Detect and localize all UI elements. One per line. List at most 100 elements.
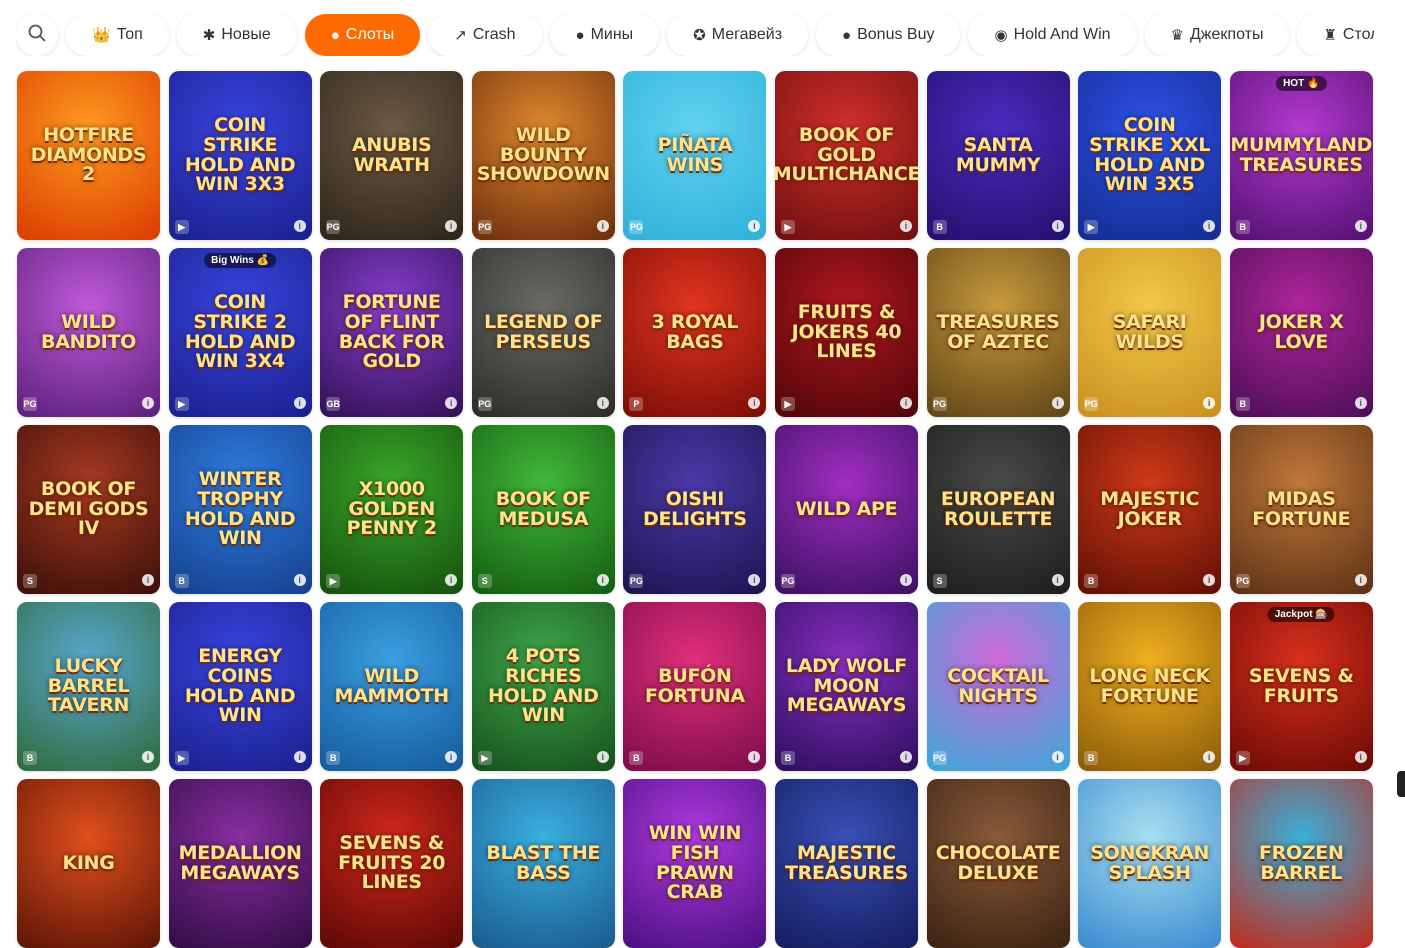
game-tile[interactable]: 4 Pots Riches Hold and Win ▶ i xyxy=(471,602,615,771)
game-tile[interactable]: Coin Strike Hold and Win 3x3 ▶ i xyxy=(168,71,312,240)
game-tile[interactable]: Book of Gold Multichance ▶ i xyxy=(774,71,918,240)
game-tile[interactable]: Medallion Megaways xyxy=(168,779,312,948)
game-tile[interactable]: European Roulette Si xyxy=(926,425,1070,594)
info-icon[interactable]: i xyxy=(748,751,761,763)
game-title: Sevens & Fruits xyxy=(1248,664,1354,707)
side-panel-handle[interactable] xyxy=(1397,771,1405,797)
info-icon[interactable]: i xyxy=(596,574,609,586)
tab-label: Hold And Win xyxy=(1013,26,1111,43)
info-icon[interactable]: i xyxy=(899,397,912,409)
info-icon[interactable]: i xyxy=(1051,397,1064,409)
info-icon[interactable]: i xyxy=(748,574,761,586)
provider-logo-icon: B xyxy=(932,220,947,234)
tab-5[interactable]: ● Мины xyxy=(549,14,660,56)
game-tile[interactable]: Majestic Treasures xyxy=(774,779,918,948)
info-icon[interactable]: i xyxy=(899,751,912,763)
provider-logo-icon: B xyxy=(1235,220,1250,234)
info-icon[interactable]: i xyxy=(899,574,912,586)
info-icon[interactable]: i xyxy=(1051,751,1064,763)
game-tile[interactable]: Wild Bounty Showdown PG i xyxy=(471,71,615,240)
game-tile[interactable]: Winter Trophy Hold and Win Bi xyxy=(168,425,312,594)
game-tile[interactable]: Songkran Splash xyxy=(1078,779,1222,948)
info-icon[interactable]: i xyxy=(293,397,306,409)
info-icon[interactable]: i xyxy=(1203,220,1216,232)
info-icon[interactable]: i xyxy=(1354,751,1367,763)
game-tile[interactable]: Hotfire Diamonds 2 xyxy=(17,71,160,240)
game-tile[interactable]: Energy Coins Hold and Win ▶ i xyxy=(168,602,312,771)
info-icon[interactable]: i xyxy=(293,220,306,232)
info-icon[interactable]: i xyxy=(899,220,912,232)
game-tile[interactable]: Safari Wilds PG i xyxy=(1078,248,1222,417)
game-tile[interactable]: Santa Mummy Bi xyxy=(926,71,1070,240)
game-tile[interactable]: Sevens & Fruits 20 Lines xyxy=(320,779,464,948)
info-icon[interactable]: i xyxy=(1051,220,1064,232)
tab-8[interactable]: ◉ Hold And Win xyxy=(968,14,1137,56)
game-tile[interactable]: Long Neck Fortune Bi xyxy=(1078,602,1222,771)
game-tile[interactable]: Joker X Love Bi xyxy=(1229,248,1373,417)
info-icon[interactable]: i xyxy=(445,220,458,232)
game-tile[interactable]: Lady Wolf Moon Megaways Bi xyxy=(774,602,918,771)
provider-logo-icon: GB xyxy=(326,397,341,411)
game-tile[interactable]: Chocolate Deluxe xyxy=(926,779,1070,948)
game-title: Fruits & Jokers 40 Lines xyxy=(791,300,902,363)
info-icon[interactable]: i xyxy=(445,751,458,763)
info-icon[interactable]: i xyxy=(445,574,458,586)
game-tile[interactable]: Coin Strike XXL Hold and Win 3x5 ▶ i xyxy=(1078,71,1222,240)
game-tile[interactable]: Treasures of Aztec PG i xyxy=(926,248,1070,417)
info-icon[interactable]: i xyxy=(596,220,609,232)
tab-4[interactable]: ↗ Crash xyxy=(428,14,542,56)
game-tile[interactable]: Bufón Fortuna Bi xyxy=(623,602,767,771)
game-tile[interactable]: Cocktail Nights PG i xyxy=(926,602,1070,771)
info-icon[interactable]: i xyxy=(1203,397,1216,409)
tab-label: Новые xyxy=(221,26,271,43)
info-icon[interactable]: i xyxy=(293,574,306,586)
info-icon[interactable]: i xyxy=(596,751,609,763)
info-icon[interactable]: i xyxy=(596,397,609,409)
info-icon[interactable]: i xyxy=(748,220,761,232)
info-icon[interactable]: i xyxy=(142,751,154,763)
info-icon[interactable]: i xyxy=(748,397,761,409)
game-tile[interactable]: Wild Bandito PG i xyxy=(17,248,160,417)
tab-3[interactable]: ● Слоты xyxy=(304,14,421,56)
game-tile[interactable]: Wild Mammoth Bi xyxy=(320,602,464,771)
info-icon[interactable]: i xyxy=(1354,574,1367,586)
game-tile[interactable]: Fortune of Flint Back for Gold GB i xyxy=(320,248,464,417)
game-tile[interactable]: Win Win Fish Prawn Crab xyxy=(623,779,767,948)
game-tile[interactable]: Midas Fortune PG i xyxy=(1229,425,1373,594)
info-icon[interactable]: i xyxy=(1203,751,1216,763)
tab-6[interactable]: ✪ Мегавейз xyxy=(667,14,809,56)
game-tile[interactable]: King xyxy=(17,779,160,948)
provider-logo-icon: PG xyxy=(477,397,492,411)
game-tile[interactable]: Coin Strike 2 Hold and Win 3x4 Big Wins 💰… xyxy=(168,248,312,417)
game-tile[interactable]: Lucky Barrel Tavern Bi xyxy=(17,602,160,771)
info-icon[interactable]: i xyxy=(1354,397,1367,409)
search-button[interactable] xyxy=(16,14,58,56)
game-tile[interactable]: Piñata Wins PG i xyxy=(623,71,767,240)
game-tile[interactable]: Legend of Perseus PG i xyxy=(471,248,615,417)
info-icon[interactable]: i xyxy=(142,574,154,586)
game-tile[interactable]: Fruits & Jokers 40 Lines ▶ i xyxy=(774,248,918,417)
game-tile[interactable]: Oishi Delights PG i xyxy=(623,425,767,594)
tab-10[interactable]: ♜ Столы xyxy=(1297,14,1374,56)
info-icon[interactable]: i xyxy=(1051,574,1064,586)
tab-2[interactable]: ✱ Новые xyxy=(176,14,297,56)
info-icon[interactable]: i xyxy=(293,751,306,763)
game-tile[interactable]: x1000 Golden Penny 2 ▶ i xyxy=(320,425,464,594)
game-tile[interactable]: Frozen Barrel xyxy=(1229,779,1373,948)
game-tile[interactable]: Book of Demi Gods IV Si xyxy=(17,425,160,594)
info-icon[interactable]: i xyxy=(445,397,458,409)
game-tile[interactable]: Book of Medusa Si xyxy=(471,425,615,594)
game-tile[interactable]: Sevens & Fruits Jackpot 🎰 ▶ i xyxy=(1229,602,1373,771)
game-tile[interactable]: 3 Royal Bags Pi xyxy=(623,248,767,417)
tab-9[interactable]: ♛ Джекпоты xyxy=(1144,14,1290,56)
tab-7[interactable]: ● Bonus Buy xyxy=(816,14,961,56)
tab-1[interactable]: 👑 Топ xyxy=(66,14,169,56)
game-tile[interactable]: Mummyland Treasures HOT 🔥 Bi xyxy=(1229,71,1373,240)
game-tile[interactable]: Wild Ape PG i xyxy=(774,425,918,594)
game-tile[interactable]: Anubis Wrath PG i xyxy=(320,71,464,240)
game-tile[interactable]: Majestic Joker Bi xyxy=(1078,425,1222,594)
info-icon[interactable]: i xyxy=(1354,220,1367,232)
info-icon[interactable]: i xyxy=(142,397,154,409)
game-tile[interactable]: Blast the Bass xyxy=(471,779,615,948)
info-icon[interactable]: i xyxy=(1203,574,1216,586)
